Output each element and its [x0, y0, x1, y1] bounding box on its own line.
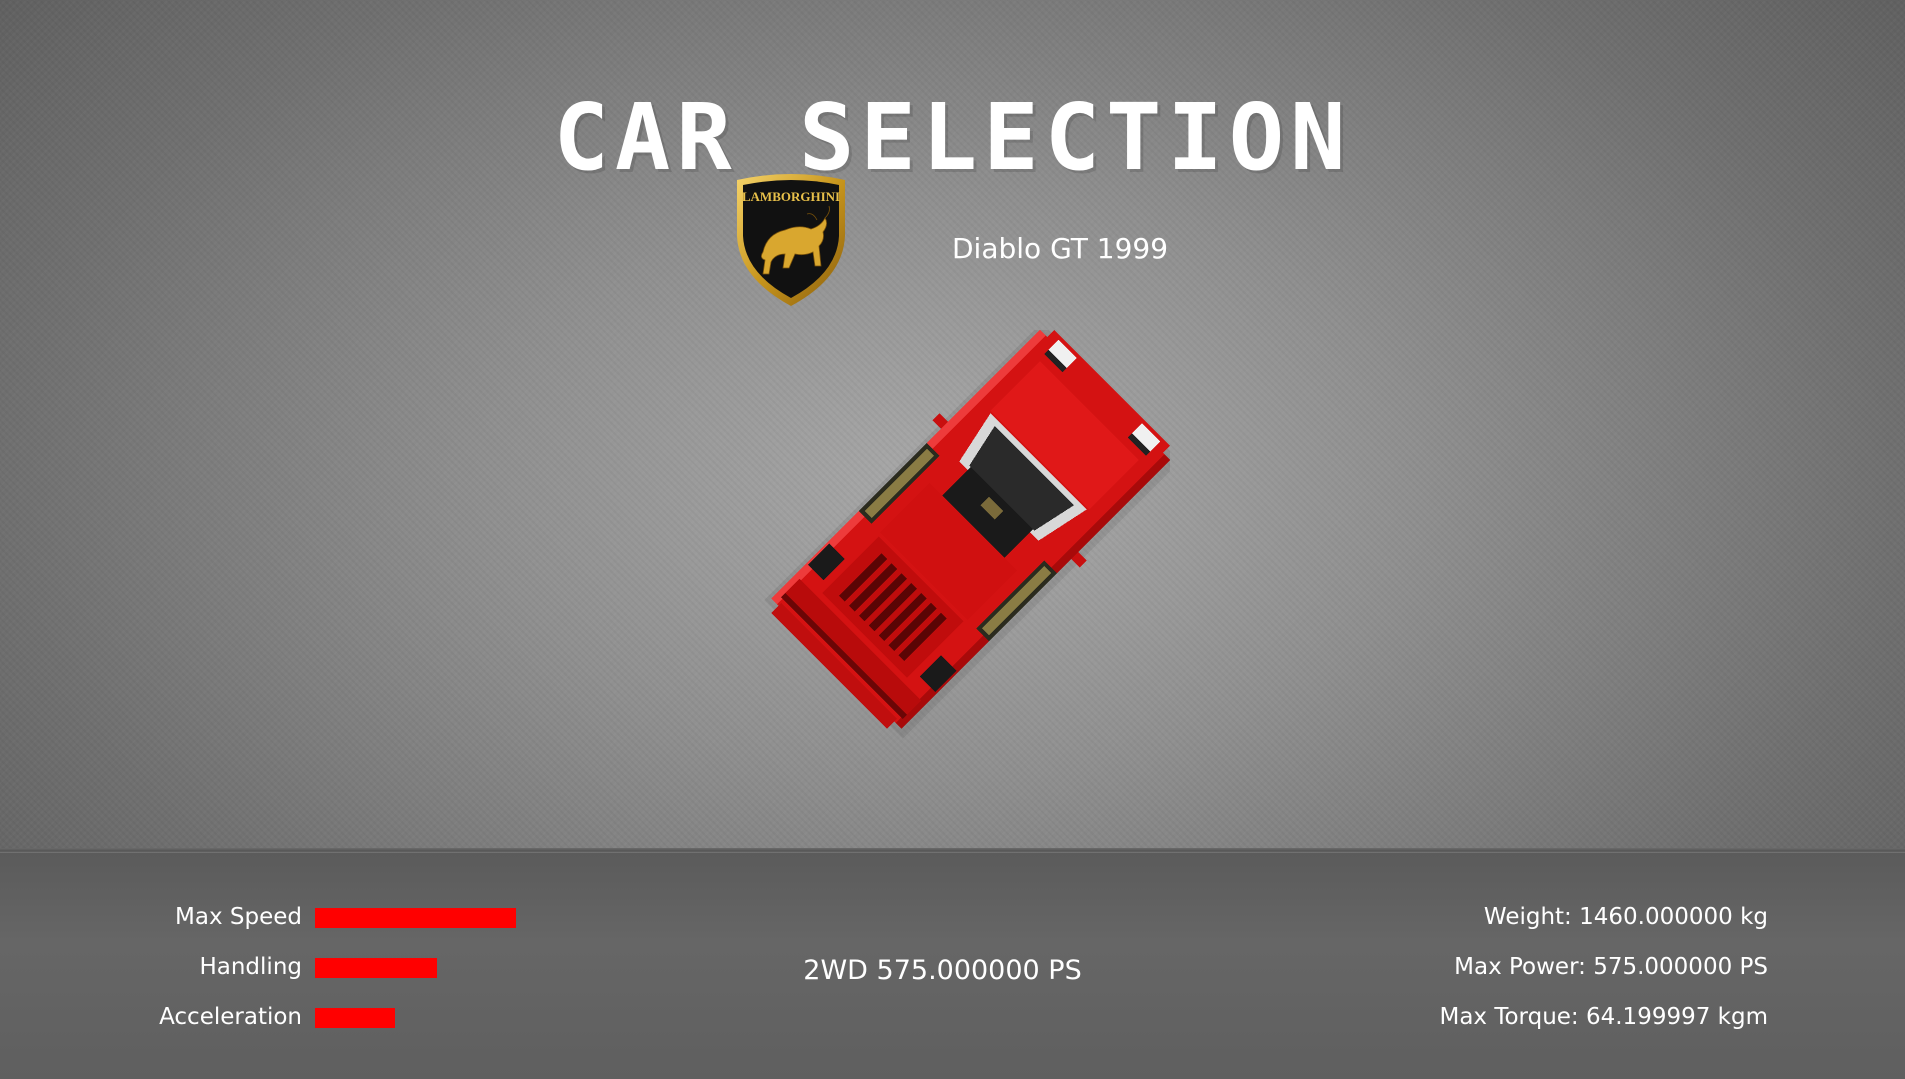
car-selection-screen: CAR SELECTION LAMBORGHINI Diablo GT 1999 — [0, 0, 1905, 1079]
drivetrain-power-summary: 2WD 575.000000 PS — [803, 955, 1082, 986]
car-sprite[interactable] — [760, 330, 1170, 740]
stat-bar-acceleration — [315, 1008, 395, 1028]
stat-label: Handling — [199, 954, 302, 980]
stat-row-acceleration: Acceleration — [0, 1004, 302, 1034]
spec-max-power: Max Power: 575.000000 PS — [1454, 954, 1768, 980]
spec-max-torque: Max Torque: 64.199997 kgm — [1439, 1004, 1768, 1030]
stat-bar-handling — [315, 958, 437, 978]
stat-bar-max-speed — [315, 908, 516, 928]
lamborghini-bull-shield-icon: LAMBORGHINI — [737, 174, 845, 306]
spec-weight: Weight: 1460.000000 kg — [1483, 904, 1768, 930]
page-title: CAR SELECTION — [553, 84, 1352, 191]
stat-label: Max Speed — [175, 904, 302, 930]
stat-row-handling: Handling — [0, 954, 302, 984]
stat-label: Acceleration — [159, 1004, 302, 1030]
svg-text:LAMBORGHINI: LAMBORGHINI — [742, 189, 840, 204]
car-name: Diablo GT 1999 — [952, 232, 1169, 265]
stat-row-max-speed: Max Speed — [0, 904, 302, 934]
